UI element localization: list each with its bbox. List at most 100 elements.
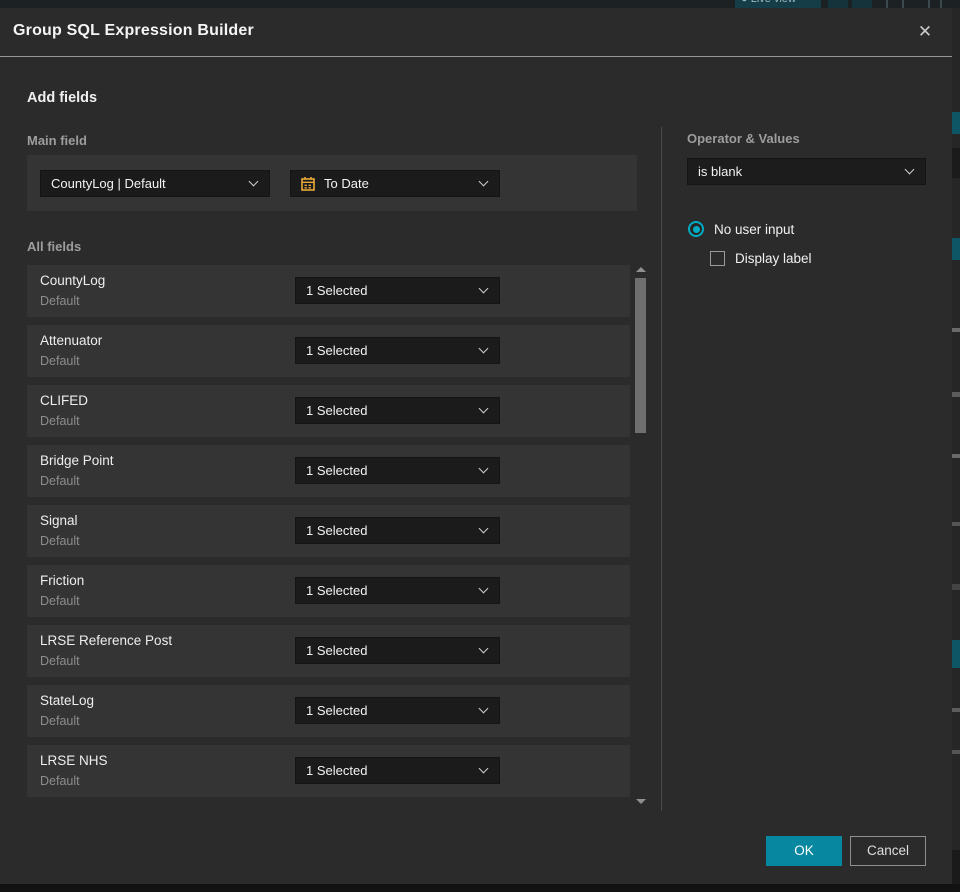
no-user-input-option: No user input <box>688 221 794 237</box>
field-selection-value: 1 Selected <box>306 523 368 538</box>
field-selection-select[interactable]: 1 Selected <box>295 277 500 304</box>
field-row: Attenuator Default 1 Selected <box>27 325 630 377</box>
dialog-titlebar: Group SQL Expression Builder ✕ <box>0 8 952 57</box>
background-fragment <box>952 392 960 397</box>
display-label-option: Display label <box>710 251 812 266</box>
background-fragment <box>952 454 960 458</box>
chevron-down-icon <box>904 164 915 175</box>
scrollbar-up-icon[interactable] <box>636 267 646 272</box>
field-subtitle: Default <box>40 594 80 608</box>
all-fields-list: CountyLog Default 1 Selected Attenuator … <box>27 265 630 805</box>
field-selection-select[interactable]: 1 Selected <box>295 517 500 544</box>
field-selection-value: 1 Selected <box>306 583 368 598</box>
group-sql-expression-builder-dialog: Group SQL Expression Builder ✕ Add field… <box>0 8 952 884</box>
main-field-select-value: CountyLog | Default <box>51 176 166 191</box>
chevron-down-icon <box>478 463 489 474</box>
chevron-down-icon <box>478 343 489 354</box>
field-name: Friction <box>40 573 85 588</box>
add-fields-heading: Add fields <box>27 90 98 106</box>
background-fragment <box>952 584 960 590</box>
field-subtitle: Default <box>40 774 80 788</box>
operator-select[interactable]: is blank <box>687 158 926 185</box>
field-selection-value: 1 Selected <box>306 643 368 658</box>
main-field-box: CountyLog | Default To Date <box>27 155 637 211</box>
chevron-down-icon <box>478 703 489 714</box>
scrollbar-down-icon[interactable] <box>636 799 646 804</box>
checkbox-unchecked-icon[interactable] <box>710 251 725 266</box>
field-selection-select[interactable]: 1 Selected <box>295 577 500 604</box>
background-fragment <box>952 522 960 526</box>
field-name: Bridge Point <box>40 453 114 468</box>
live-view-chip: ● Live view <box>735 0 821 8</box>
background-app-topbar: ● Live view <box>0 0 960 8</box>
background-fragment <box>952 708 960 712</box>
field-row: Bridge Point Default 1 Selected <box>27 445 630 497</box>
field-name: StateLog <box>40 693 95 708</box>
field-subtitle: Default <box>40 474 80 488</box>
ok-button[interactable]: OK <box>766 836 842 866</box>
field-selection-value: 1 Selected <box>306 463 368 478</box>
field-subtitle: Default <box>40 714 80 728</box>
field-name: LRSE NHS <box>40 753 108 768</box>
field-row: CLIFED Default 1 Selected <box>27 385 630 437</box>
live-view-label: ● Live view <box>741 0 796 5</box>
field-selection-select[interactable]: 1 Selected <box>295 637 500 664</box>
operator-select-value: is blank <box>698 164 743 179</box>
background-fragment <box>952 148 960 178</box>
field-name: CountyLog <box>40 273 106 288</box>
background-toolbar-segment <box>828 0 848 8</box>
close-icon[interactable]: ✕ <box>912 19 938 45</box>
main-field-select[interactable]: CountyLog | Default <box>40 170 270 197</box>
chevron-down-icon <box>478 583 489 594</box>
background-app-bottom-edge <box>0 884 960 892</box>
field-row: LRSE NHS Default 1 Selected <box>27 745 630 797</box>
field-selection-value: 1 Selected <box>306 283 368 298</box>
field-name: LRSE Reference Post <box>40 633 173 648</box>
background-toolbar-divider <box>902 0 904 8</box>
field-subtitle: Default <box>40 294 80 308</box>
field-row: StateLog Default 1 Selected <box>27 685 630 737</box>
chevron-down-icon <box>478 283 489 294</box>
field-selection-select[interactable]: 1 Selected <box>295 397 500 424</box>
panel-divider <box>661 127 662 811</box>
chevron-down-icon <box>478 763 489 774</box>
field-row: LRSE Reference Post Default 1 Selected <box>27 625 630 677</box>
field-selection-select[interactable]: 1 Selected <box>295 757 500 784</box>
scrollbar-thumb[interactable] <box>635 278 646 433</box>
field-subtitle: Default <box>40 354 80 368</box>
field-subtitle: Default <box>40 534 80 548</box>
radio-selected-icon[interactable] <box>688 221 704 237</box>
background-app-right-edge <box>952 8 960 884</box>
dialog-title: Group SQL Expression Builder <box>13 22 254 39</box>
date-type-select-value: To Date <box>324 176 369 191</box>
display-label-label: Display label <box>735 251 812 266</box>
main-field-label: Main field <box>27 133 87 148</box>
field-selection-select[interactable]: 1 Selected <box>295 697 500 724</box>
field-name: Signal <box>40 513 78 528</box>
background-toolbar-divider <box>940 0 942 8</box>
cancel-button[interactable]: Cancel <box>850 836 926 866</box>
no-user-input-label: No user input <box>714 221 795 237</box>
background-fragment <box>952 328 960 332</box>
operator-values-label: Operator & Values <box>687 131 800 146</box>
chevron-down-icon <box>478 403 489 414</box>
field-selection-value: 1 Selected <box>306 343 368 358</box>
field-subtitle: Default <box>40 654 80 668</box>
chevron-down-icon <box>478 643 489 654</box>
field-selection-select[interactable]: 1 Selected <box>295 457 500 484</box>
background-fragment <box>952 850 960 884</box>
field-selection-select[interactable]: 1 Selected <box>295 337 500 364</box>
chevron-down-icon <box>248 176 259 187</box>
chevron-down-icon <box>478 176 489 187</box>
date-type-select[interactable]: To Date <box>290 170 500 197</box>
field-name: CLIFED <box>40 393 89 408</box>
background-fragment <box>952 750 960 754</box>
screen: ● Live view Group SQL Expression Builder… <box>0 0 960 892</box>
background-toolbar-segment <box>852 0 872 8</box>
chevron-down-icon <box>478 523 489 534</box>
background-toolbar-divider <box>886 0 888 8</box>
background-fragment <box>952 238 960 260</box>
field-selection-value: 1 Selected <box>306 703 368 718</box>
background-fragment <box>952 112 960 134</box>
field-row: Friction Default 1 Selected <box>27 565 630 617</box>
